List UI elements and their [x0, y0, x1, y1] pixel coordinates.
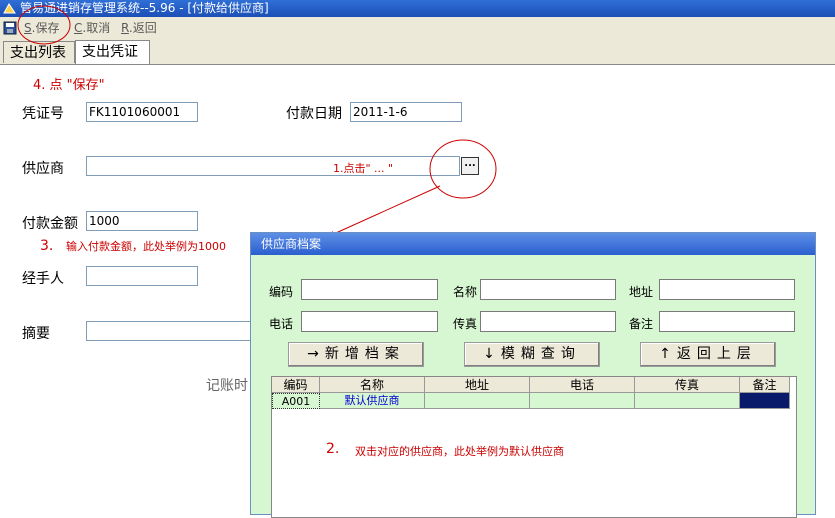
grid-header-note[interactable]: 备注 — [740, 377, 790, 393]
grid-row-address[interactable] — [425, 393, 530, 409]
supplier-dialog: 供应商档案 编码 名称 地址 电话 传真 备注 →新增档案 ↓模糊查询 ↑返回上… — [250, 232, 816, 518]
code-input[interactable] — [301, 279, 438, 300]
fax-label: 传真 — [453, 317, 478, 331]
note-input[interactable] — [659, 311, 795, 332]
grid-header-address[interactable]: 地址 — [425, 377, 530, 393]
address-label: 地址 — [629, 285, 654, 299]
back-up-button[interactable]: ↑返回上层 — [640, 342, 776, 367]
address-input[interactable] — [659, 279, 795, 300]
step2-note: 双击对应的供应商，此处举例为默认供应商 — [355, 445, 564, 458]
dialog-title-bar: 供应商档案 — [251, 233, 815, 255]
step2-number: 2. — [326, 441, 340, 457]
arrow-to-dialog-line — [326, 185, 441, 238]
grid-row-code[interactable]: A001 — [272, 393, 320, 409]
picker-highlight-circle — [429, 139, 497, 199]
add-record-button[interactable]: →新增档案 — [288, 342, 424, 367]
save-highlight-circle — [17, 5, 71, 45]
grid-header-phone[interactable]: 电话 — [530, 377, 635, 393]
grid-row-note[interactable] — [740, 393, 790, 409]
fax-input[interactable] — [480, 311, 616, 332]
grid-row-fax[interactable] — [635, 393, 740, 409]
grid-row-name[interactable]: 默认供应商 — [320, 393, 425, 409]
phone-input[interactable] — [301, 311, 438, 332]
grid-header-fax[interactable]: 传真 — [635, 377, 740, 393]
fuzzy-search-button[interactable]: ↓模糊查询 — [464, 342, 600, 367]
code-label: 编码 — [269, 285, 294, 299]
grid-header-code[interactable]: 编码 — [272, 377, 320, 393]
dialog-title: 供应商档案 — [261, 237, 322, 251]
grid-header-name[interactable]: 名称 — [320, 377, 425, 393]
grid-row-phone[interactable] — [530, 393, 635, 409]
note-label: 备注 — [629, 317, 654, 331]
name-input[interactable] — [480, 279, 616, 300]
name-label: 名称 — [453, 285, 478, 299]
phone-label: 电话 — [269, 317, 294, 331]
